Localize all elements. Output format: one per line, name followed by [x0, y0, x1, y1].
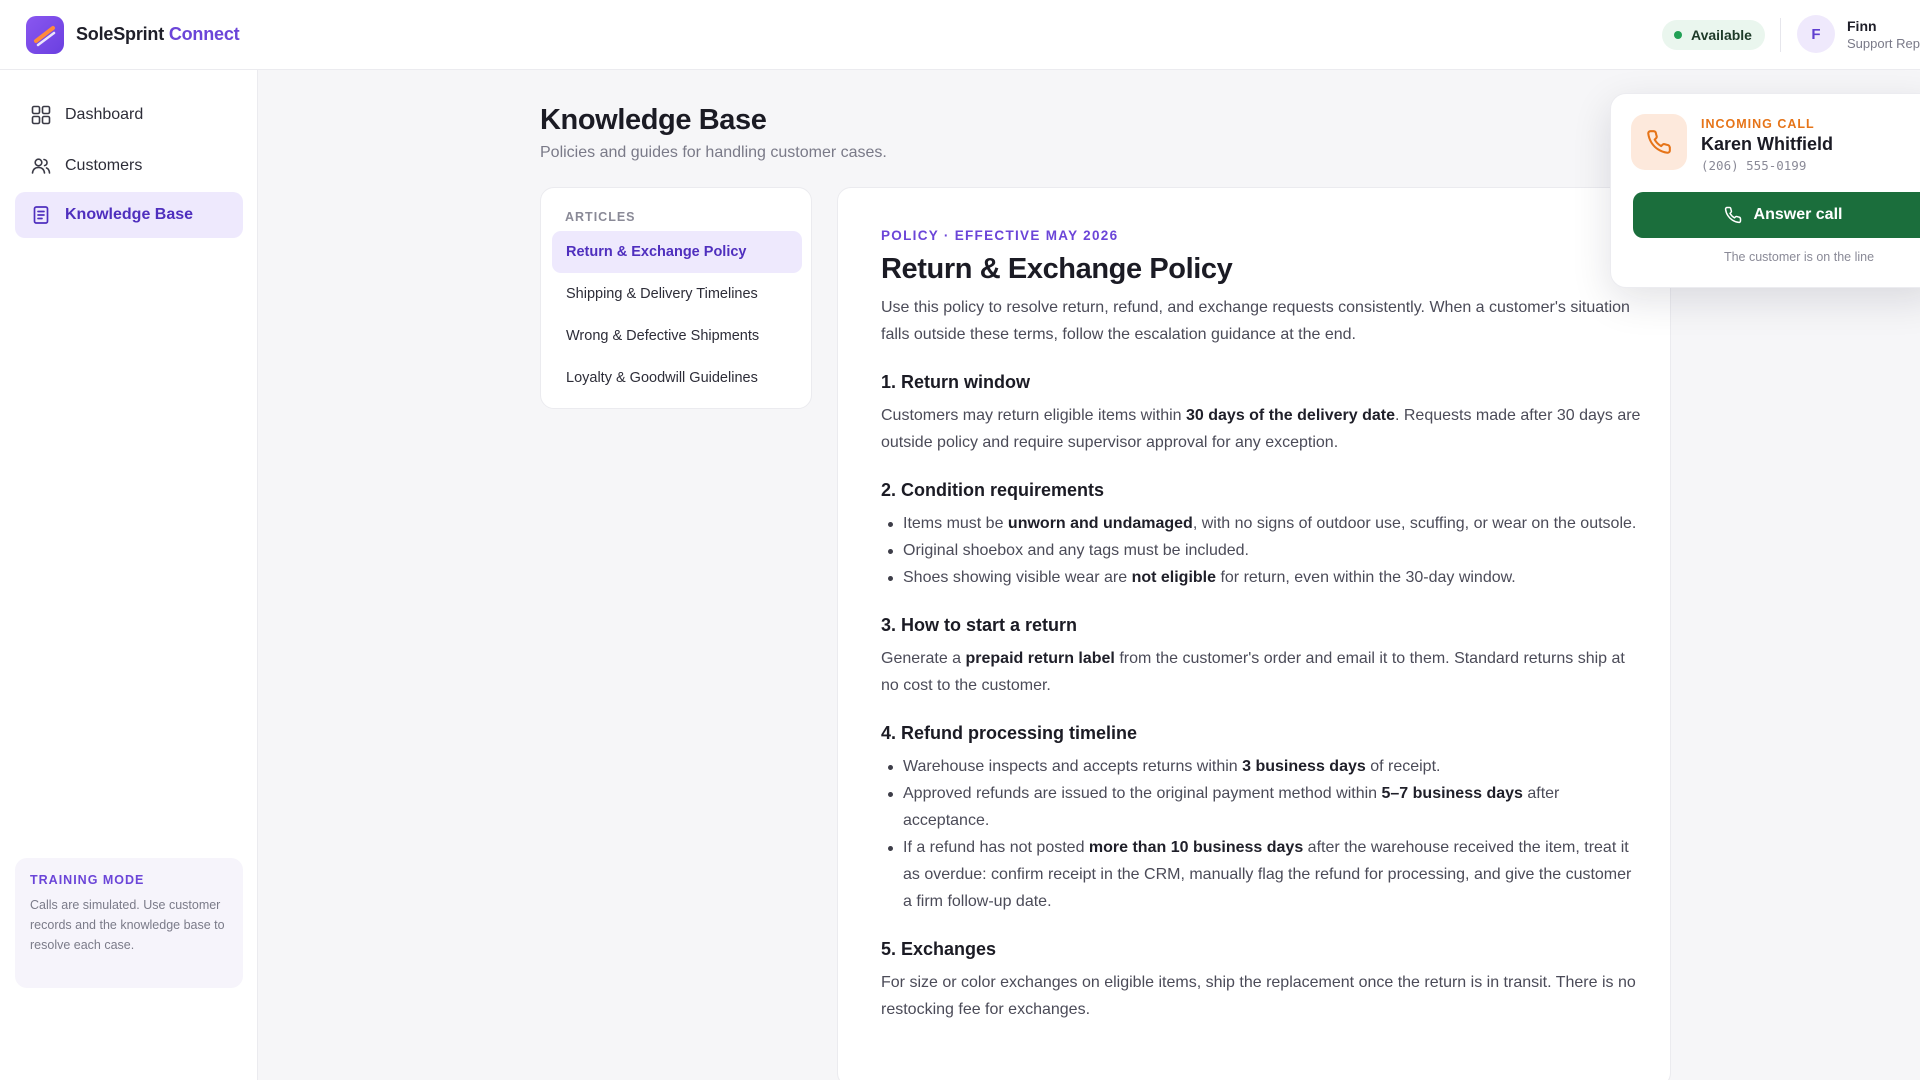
- text-run: Approved refunds are issued to the origi…: [903, 785, 1382, 802]
- user-role: Support Rep: [1847, 36, 1920, 51]
- book-icon: [30, 204, 52, 226]
- topbar-divider: [1780, 18, 1781, 52]
- text-run: Generate a: [881, 650, 966, 667]
- status-dot-icon: [1674, 31, 1682, 39]
- text-run: Shoes showing visible wear are: [903, 569, 1132, 586]
- section-refund-timeline: 4. Refund processing timeline Warehouse …: [881, 723, 1641, 915]
- training-mode-notice: TRAINING MODE Calls are simulated. Use c…: [15, 858, 243, 988]
- training-mode-title: TRAINING MODE: [30, 873, 145, 887]
- status-label: Available: [1691, 27, 1752, 43]
- section-exchanges: 5. Exchanges For size or color exchanges…: [881, 939, 1641, 1023]
- list-item: Shoes showing visible wear are not eligi…: [881, 564, 1641, 591]
- article-item-loyalty-goodwill[interactable]: Loyalty & Goodwill Guidelines: [552, 357, 802, 399]
- availability-status-toggle[interactable]: Available: [1662, 20, 1765, 50]
- article-title: Return & Exchange Policy: [881, 253, 1233, 285]
- users-icon: [30, 155, 52, 177]
- section-return-window: 1. Return window Customers may return el…: [881, 372, 1641, 456]
- section-heading: 5. Exchanges: [881, 939, 997, 959]
- section-heading: 4. Refund processing timeline: [881, 723, 1138, 743]
- incoming-call-card: INCOMING CALL Karen Whitfield (206) 555-…: [1610, 93, 1920, 288]
- article-item-wrong-defective[interactable]: Wrong & Defective Shipments: [552, 315, 802, 357]
- answer-call-label: Answer call: [1753, 206, 1843, 223]
- brand-name-product: Connect: [168, 24, 240, 44]
- text-run: of receipt.: [1365, 758, 1441, 775]
- sidebar: Dashboard Customers Knowledge Base TRAIN…: [0, 70, 258, 1080]
- section-heading: 1. Return window: [881, 372, 1031, 392]
- list-item: Warehouse inspects and accepts returns w…: [881, 753, 1641, 780]
- sidebar-item-knowledge-base[interactable]: Knowledge Base: [15, 192, 243, 238]
- brand-name-primary: SoleSprint: [76, 24, 165, 44]
- phone-icon: [1631, 114, 1687, 170]
- section-heading: 2. Condition requirements: [881, 480, 1105, 500]
- sidebar-item-customers[interactable]: Customers: [15, 143, 243, 189]
- bullet-list: Warehouse inspects and accepts returns w…: [881, 753, 1641, 915]
- user-name: Finn: [1847, 18, 1877, 34]
- sidebar-item-label: Customers: [65, 157, 143, 174]
- bold-text: more than 10 business days: [1088, 839, 1304, 856]
- sidebar-item-label: Knowledge Base: [65, 206, 194, 223]
- text-run: , with no signs of outdoor use, scuffing…: [1192, 515, 1637, 532]
- top-bar: SoleSprint Connect Available F Finn Supp…: [0, 0, 1920, 70]
- text-run: Customers may return eligible items with…: [881, 407, 1186, 424]
- call-eyebrow: INCOMING CALL: [1701, 117, 1815, 131]
- bullet-list: Items must be unworn and undamaged, with…: [881, 510, 1641, 591]
- section-paragraph: Generate a prepaid return label from the…: [881, 645, 1641, 699]
- article-intro: Use this policy to resolve return, refun…: [881, 299, 1630, 343]
- section-heading: 3. How to start a return: [881, 615, 1078, 635]
- text-run: for return, even within the 30-day windo…: [1216, 569, 1516, 586]
- phone-icon: [1724, 206, 1742, 224]
- sidebar-item-label: Dashboard: [65, 106, 144, 123]
- text-run: Items must be: [903, 515, 1008, 532]
- section-start-return: 3. How to start a return Generate a prep…: [881, 615, 1641, 699]
- section-condition-requirements: 2. Condition requirements Items must be …: [881, 480, 1641, 591]
- bold-text: unworn and undamaged: [1007, 515, 1193, 532]
- training-mode-text: Calls are simulated. Use customer record…: [30, 898, 225, 952]
- brand-logo-icon: [26, 15, 64, 54]
- page-subtitle: Policies and guides for handling custome…: [540, 144, 887, 161]
- call-status-text: The customer is on the line: [1723, 250, 1875, 264]
- text-run: If a refund has not posted: [903, 839, 1089, 856]
- article-item-shipping-delivery[interactable]: Shipping & Delivery Timelines: [552, 273, 802, 315]
- bold-text: 30 days of the delivery date: [1186, 407, 1395, 424]
- bold-text: 5–7 business days: [1381, 785, 1523, 802]
- article-content: POLICY · EFFECTIVE MAY 2026 Return & Exc…: [837, 187, 1671, 1080]
- caller-name: Karen Whitfield: [1701, 134, 1834, 154]
- article-eyebrow: POLICY · EFFECTIVE MAY 2026: [881, 228, 1119, 243]
- grid-icon: [30, 104, 52, 126]
- article-item-return-exchange[interactable]: Return & Exchange Policy: [552, 231, 802, 273]
- list-item: If a refund has not posted more than 10 …: [881, 834, 1641, 915]
- bold-text: prepaid return label: [965, 650, 1115, 667]
- bold-text: not eligible: [1131, 569, 1217, 586]
- sidebar-item-dashboard[interactable]: Dashboard: [15, 92, 243, 138]
- list-item: Original shoebox and any tags must be in…: [881, 537, 1641, 564]
- text-run: Warehouse inspects and accepts returns w…: [903, 758, 1243, 775]
- brand[interactable]: SoleSprint Connect: [26, 15, 240, 54]
- articles-label: ARTICLES: [565, 210, 636, 224]
- brand-name: SoleSprint Connect: [76, 24, 240, 45]
- list-item: Approved refunds are issued to the origi…: [881, 780, 1641, 834]
- section-paragraph: Customers may return eligible items with…: [881, 402, 1641, 456]
- user-avatar[interactable]: F: [1797, 15, 1835, 53]
- bold-text: 3 business days: [1242, 758, 1366, 775]
- page-title: Knowledge Base: [540, 104, 767, 136]
- caller-phone: (206) 555-0199: [1701, 158, 1807, 173]
- articles-panel: ARTICLES Return & Exchange Policy Shippi…: [540, 187, 812, 409]
- section-paragraph: For size or color exchanges on eligible …: [881, 974, 1636, 1018]
- answer-call-button[interactable]: Answer call: [1633, 192, 1920, 238]
- list-item: Items must be unworn and undamaged, with…: [881, 510, 1641, 537]
